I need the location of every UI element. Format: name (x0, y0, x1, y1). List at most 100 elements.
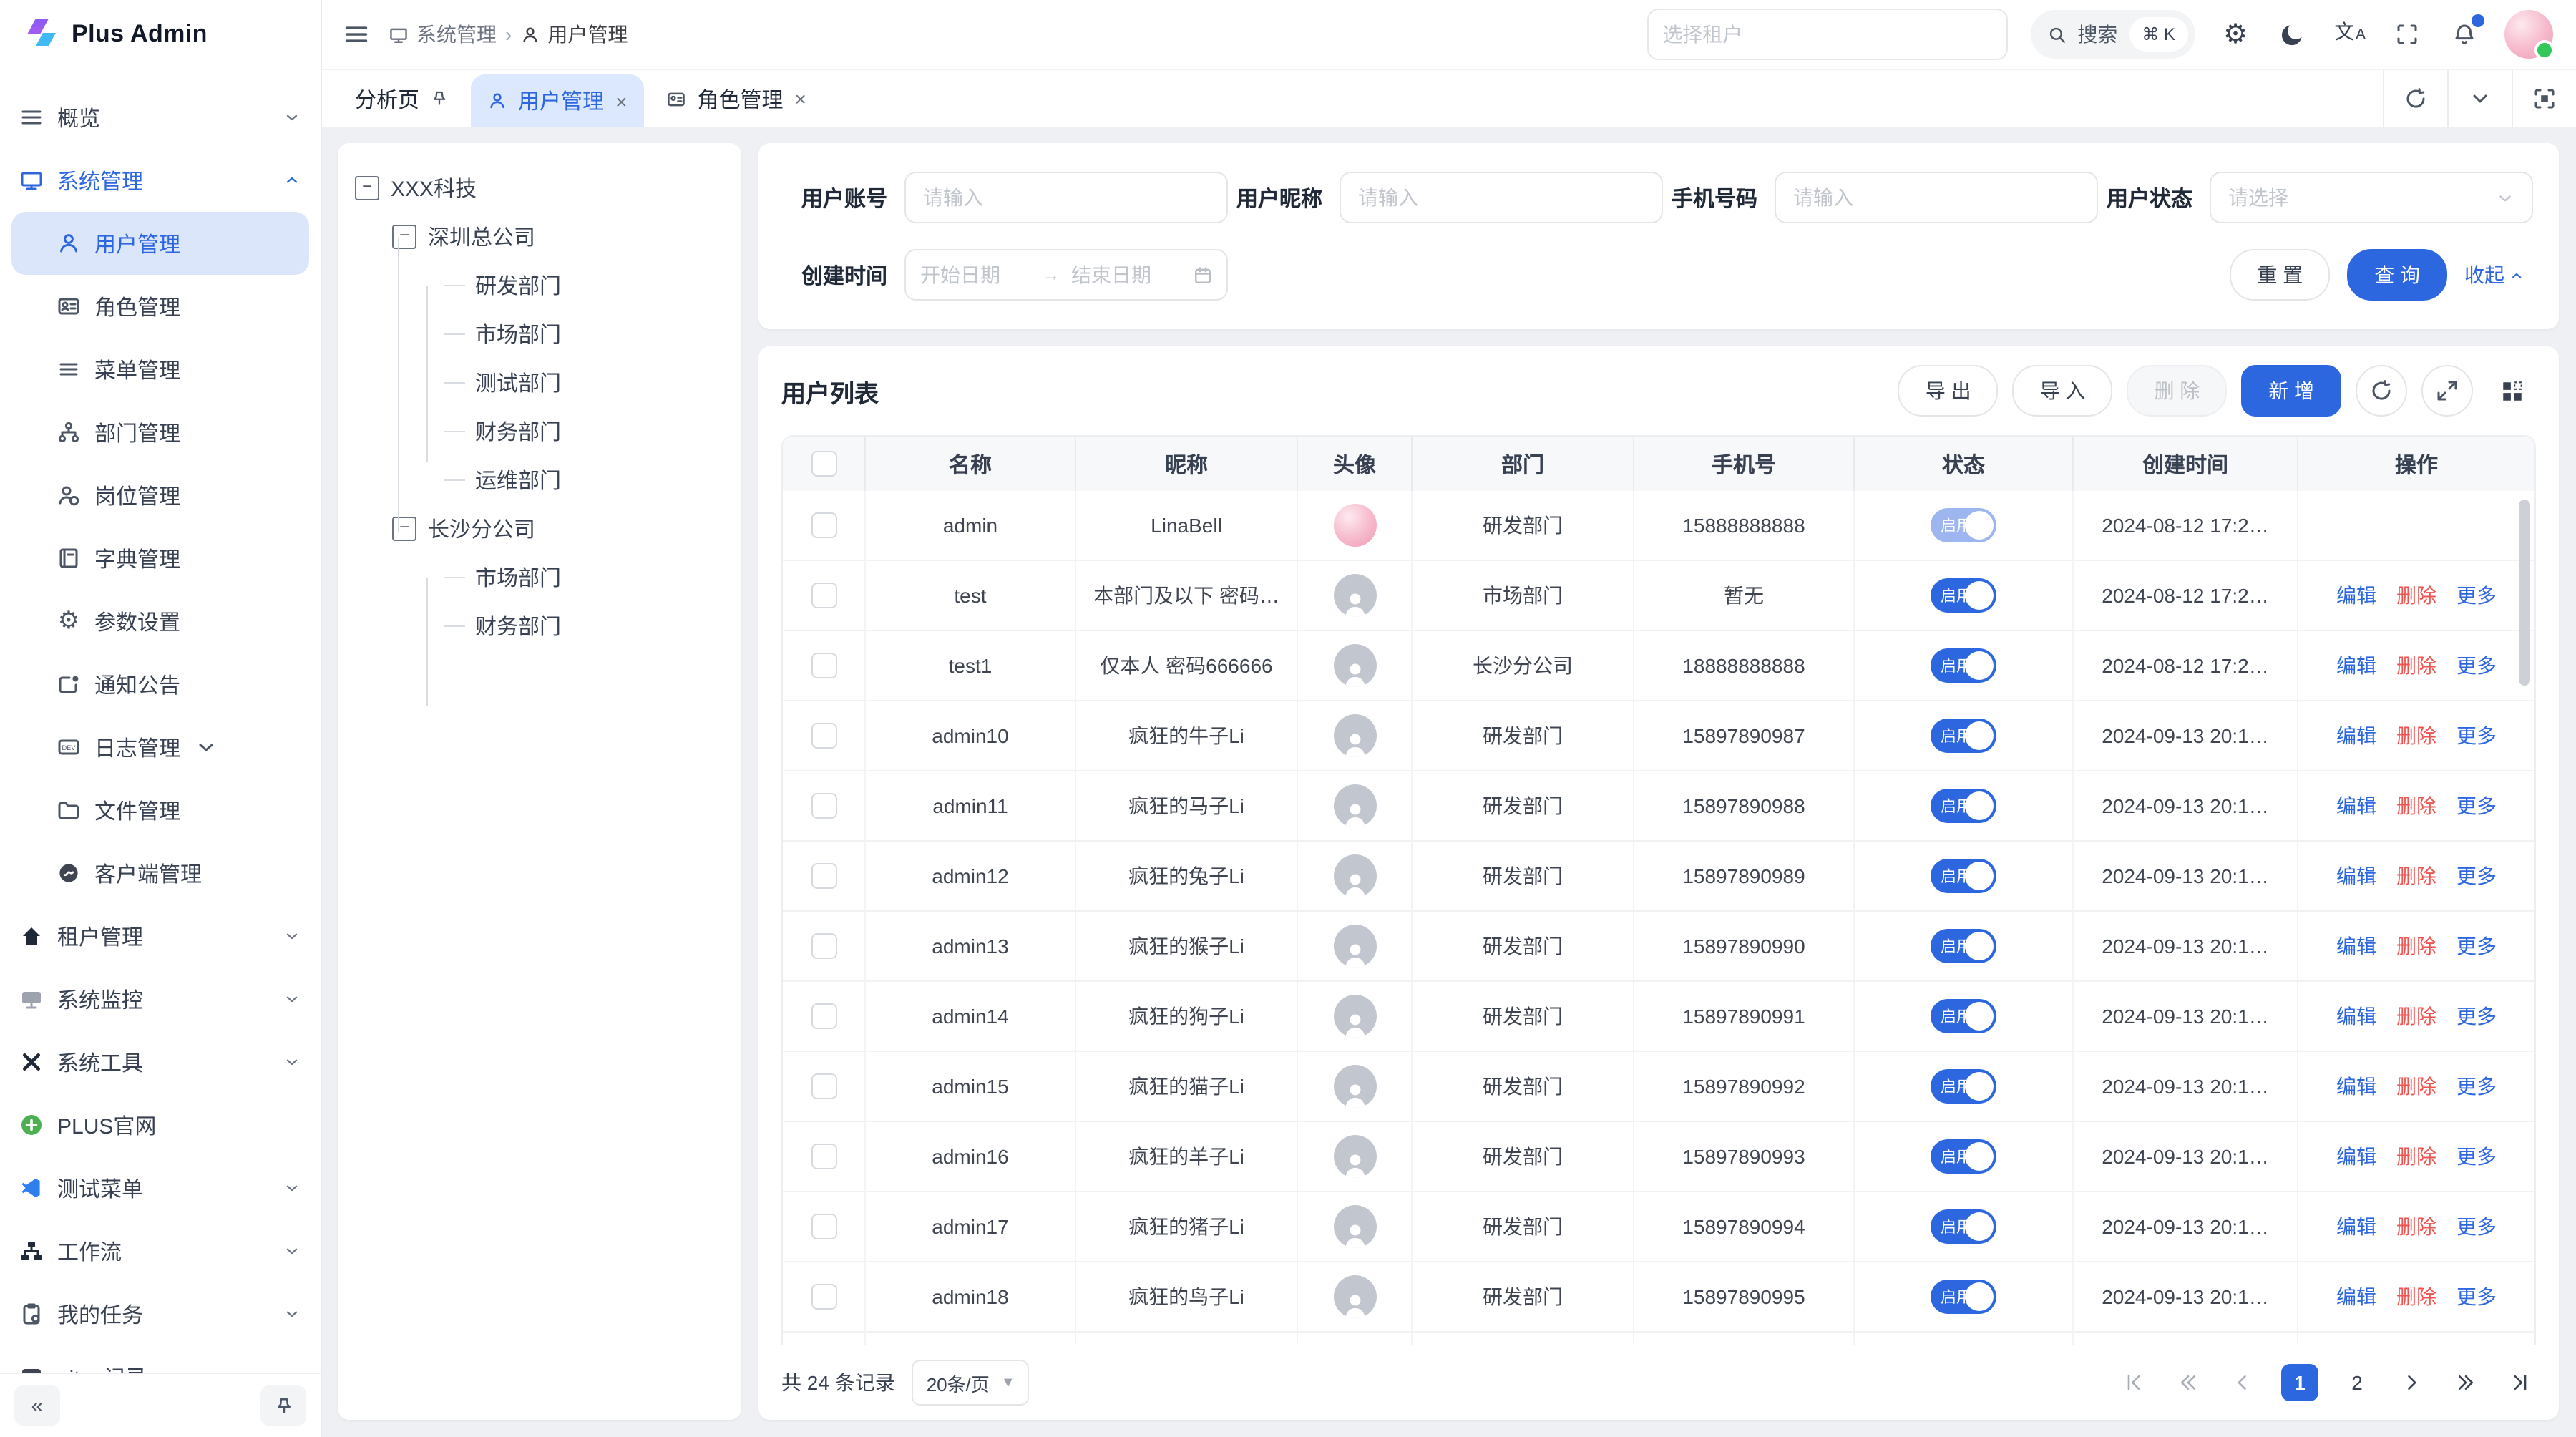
tree-node-changsha[interactable]: − 长沙分公司 (355, 504, 724, 552)
row-checkbox[interactable] (811, 1003, 836, 1029)
status-toggle[interactable]: 启用 (1931, 859, 1996, 893)
row-checkbox[interactable] (811, 583, 836, 608)
row-checkbox[interactable] (811, 512, 836, 538)
phone-input[interactable] (1775, 172, 2098, 223)
tree-node-shenzhen[interactable]: − 深圳总公司 (355, 212, 724, 260)
status-toggle[interactable]: 启用 (1931, 1280, 1996, 1314)
more-link[interactable]: 更多 (2457, 1282, 2497, 1311)
edit-link[interactable]: 编辑 (2336, 791, 2376, 820)
status-toggle[interactable]: 启用 (1931, 1209, 1996, 1244)
import-button[interactable]: 导 入 (2013, 365, 2113, 417)
edit-link[interactable]: 编辑 (2336, 1212, 2376, 1241)
tab-more-button[interactable] (2447, 70, 2512, 127)
tree-node-root[interactable]: − XXX科技 (355, 163, 724, 212)
status-toggle[interactable]: 启用 (1931, 578, 1996, 613)
edit-link[interactable]: 编辑 (2336, 651, 2376, 680)
add-button[interactable]: 新 增 (2241, 365, 2341, 417)
sidebar-item-file-mgmt[interactable]: 文件管理 (0, 779, 321, 842)
edit-link[interactable]: 编辑 (2336, 1282, 2376, 1311)
edit-link[interactable]: 编辑 (2336, 1002, 2376, 1031)
sidebar-item-dept-mgmt[interactable]: 部门管理 (0, 401, 321, 464)
row-checkbox[interactable] (811, 723, 836, 749)
status-toggle[interactable]: 启用 (1931, 1139, 1996, 1174)
sidebar-item-test-menu[interactable]: 测试菜单 (0, 1156, 321, 1219)
account-input[interactable] (904, 172, 1228, 223)
tab-fullscreen-button[interactable] (2512, 70, 2576, 127)
delete-button[interactable]: 删 除 (2127, 365, 2227, 417)
row-checkbox[interactable] (811, 1214, 836, 1239)
row-checkbox[interactable] (811, 653, 836, 678)
nickname-input[interactable] (1340, 172, 1663, 223)
pin-icon[interactable] (431, 90, 448, 107)
delete-link[interactable]: 删除 (2396, 721, 2436, 750)
sidebar-item-system[interactable]: 系统管理 (0, 149, 321, 212)
tree-node-leaf[interactable]: 运维部门 (355, 455, 724, 504)
back-five-pages-button[interactable] (2172, 1367, 2204, 1398)
delete-link[interactable]: 删除 (2396, 932, 2436, 960)
row-checkbox[interactable] (811, 1073, 836, 1099)
sidebar-item-param-set[interactable]: ⚙ 参数设置 (0, 590, 321, 653)
delete-link[interactable]: 删除 (2396, 862, 2436, 890)
notification-bell-icon[interactable] (2447, 17, 2482, 52)
first-page-button[interactable] (2118, 1367, 2150, 1398)
more-link[interactable]: 更多 (2457, 862, 2497, 890)
sidebar-item-sys-monitor[interactable]: 系统监控 (0, 968, 321, 1031)
sidebar-item-sys-tools[interactable]: 系统工具 (0, 1031, 321, 1093)
refresh-button[interactable] (2356, 365, 2407, 417)
dark-mode-icon[interactable] (2275, 17, 2310, 52)
delete-link[interactable]: 删除 (2396, 791, 2436, 820)
tree-node-leaf[interactable]: 研发部门 (355, 260, 724, 309)
forward-five-pages-button[interactable] (2450, 1367, 2482, 1398)
page-2-button[interactable]: 2 (2341, 1367, 2373, 1398)
more-link[interactable]: 更多 (2457, 932, 2497, 960)
close-icon[interactable]: × (794, 87, 806, 110)
more-link[interactable]: 更多 (2457, 1002, 2497, 1031)
tree-node-leaf[interactable]: 测试部门 (355, 358, 724, 406)
edit-link[interactable]: 编辑 (2336, 862, 2376, 890)
breadcrumb-level-1[interactable]: 系统管理 (416, 20, 497, 49)
sidebar-item-post-mgmt[interactable]: 岗位管理 (0, 464, 321, 527)
row-checkbox[interactable] (811, 933, 836, 959)
sidebar-item-notice[interactable]: 通知公告 (0, 653, 321, 716)
delete-link[interactable]: 删除 (2396, 651, 2436, 680)
tree-node-leaf[interactable]: 市场部门 (355, 309, 724, 358)
sidebar-item-menu-mgmt[interactable]: 菜单管理 (0, 338, 321, 401)
table-scrollbar[interactable] (2519, 500, 2530, 686)
status-select[interactable]: 请选择 (2210, 172, 2533, 223)
more-link[interactable]: 更多 (2457, 581, 2497, 610)
edit-link[interactable]: 编辑 (2336, 1142, 2376, 1171)
sidebar-collapse-button[interactable]: « (14, 1385, 60, 1426)
delete-link[interactable]: 删除 (2396, 1072, 2436, 1101)
sidebar-pin-button[interactable] (260, 1385, 306, 1426)
edit-link[interactable]: 编辑 (2336, 581, 2376, 610)
delete-link[interactable]: 删除 (2396, 1282, 2436, 1311)
search-button[interactable]: 查 询 (2347, 249, 2447, 301)
row-checkbox[interactable] (811, 1284, 836, 1310)
tree-collapse-icon[interactable]: − (392, 516, 416, 540)
user-avatar[interactable] (2504, 10, 2553, 59)
sidebar-item-dict-mgmt[interactable]: 字典管理 (0, 527, 321, 590)
status-toggle[interactable]: 启用 (1931, 789, 1996, 823)
tree-node-leaf[interactable]: 财务部门 (355, 601, 724, 650)
sidebar-item-role-mgmt[interactable]: 角色管理 (0, 275, 321, 338)
select-all-checkbox[interactable] (811, 451, 836, 477)
more-link[interactable]: 更多 (2457, 721, 2497, 750)
sidebar-item-gitee[interactable]: gitee记录 (0, 1345, 321, 1374)
sidebar-item-workflow[interactable]: 工作流 (0, 1219, 321, 1282)
translate-icon[interactable]: 文A (2333, 17, 2367, 52)
sidebar-item-tenant-mgmt[interactable]: 租户管理 (0, 905, 321, 968)
row-checkbox[interactable] (811, 863, 836, 889)
status-toggle[interactable]: 启用 (1931, 999, 1996, 1033)
row-checkbox[interactable] (811, 793, 836, 819)
sidebar-item-overview[interactable]: 概览 (0, 86, 321, 149)
edit-link[interactable]: 编辑 (2336, 932, 2376, 960)
more-link[interactable]: 更多 (2457, 1212, 2497, 1241)
tab-user-mgmt[interactable]: 用户管理 × (471, 74, 644, 127)
export-button[interactable]: 导 出 (1898, 365, 1999, 417)
column-settings-button[interactable] (2487, 366, 2536, 415)
more-link[interactable]: 更多 (2457, 1142, 2497, 1171)
next-page-button[interactable] (2396, 1367, 2427, 1398)
delete-link[interactable]: 删除 (2396, 1002, 2436, 1031)
sidebar-item-user-mgmt[interactable]: 用户管理 (11, 212, 309, 275)
more-link[interactable]: 更多 (2457, 791, 2497, 820)
